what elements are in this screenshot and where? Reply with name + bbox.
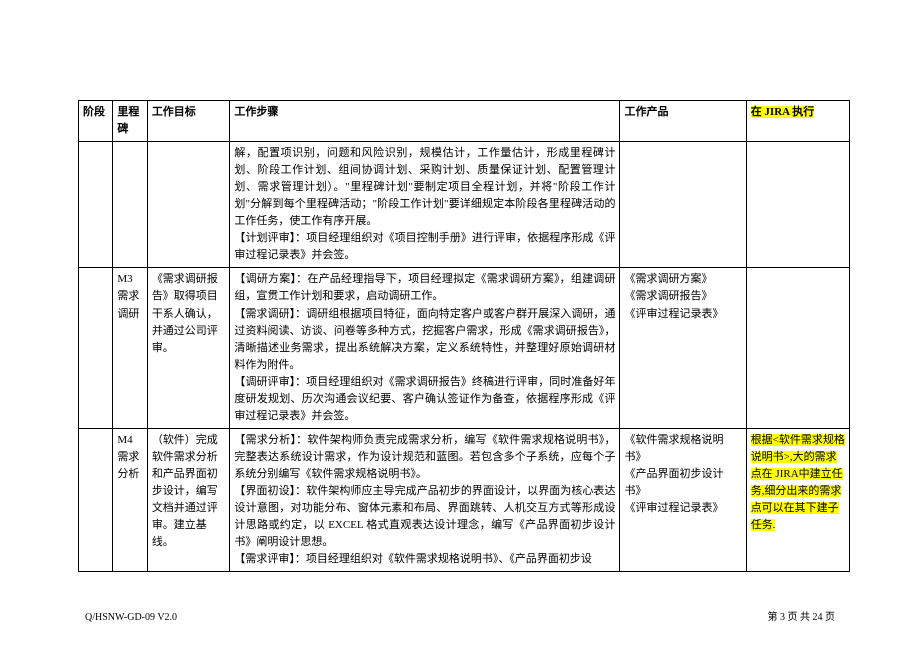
col-header-milestone: 里程碑 [113,101,147,142]
table-row: M4需求分析 （软件）完成软件需求分析和产品界面初步设计，编写文档并通过评审。建… [79,428,850,571]
cell-milestone: M3需求调研 [113,268,147,428]
cell-jira [746,268,849,428]
table-header-row: 阶段 里程碑 工作目标 工作步骤 工作产品 在 JIRA 执行 [79,101,850,142]
cell-goal [147,142,230,268]
table-row: M3需求调研 《需求调研报告》取得项目干系人确认，并通过公司评审。 【调研方案】… [79,268,850,428]
cell-phase [79,268,113,428]
cell-milestone [113,142,147,268]
cell-product: 《需求调研方案》《需求调研报告》《评审过程记录表》 [620,268,746,428]
footer-page-number: 第 3 页 共 24 页 [768,608,836,623]
col-header-goal: 工作目标 [147,101,230,142]
col-header-steps: 工作步骤 [230,101,620,142]
cell-steps: 【调研方案】：在产品经理指导下，项目经理拟定《需求调研方案》，组建调研组，宣贯工… [230,268,620,428]
cell-product [620,142,746,268]
cell-goal: （软件）完成软件需求分析和产品界面初步设计，编写文档并通过评审。建立基线。 [147,428,230,571]
process-table: 阶段 里程碑 工作目标 工作步骤 工作产品 在 JIRA 执行 解，配置项识别，… [78,100,850,572]
col-header-product: 工作产品 [620,101,746,142]
col-header-phase: 阶段 [79,101,113,142]
cell-steps: 解，配置项识别，问题和风险识别，规模估计，工作量估计，形成里程碑计划、阶段工作计… [230,142,620,268]
table-row: 解，配置项识别，问题和风险识别，规模估计，工作量估计，形成里程碑计划、阶段工作计… [79,142,850,268]
footer-doc-id: Q/HSNW-GD-09 V2.0 [85,612,177,623]
cell-phase [79,142,113,268]
col-header-jira: 在 JIRA 执行 [746,101,849,142]
cell-goal: 《需求调研报告》取得项目干系人确认，并通过公司评审。 [147,268,230,428]
cell-phase [79,428,113,571]
cell-product: 《软件需求规格说明书》《产品界面初步设计书》《评审过程记录表》 [620,428,746,571]
cell-jira: 根据<软件需求规格说明书>,大的需求点在 JIRA中建立任务,细分出来的需求点可… [746,428,849,571]
cell-milestone: M4需求分析 [113,428,147,571]
cell-jira [746,142,849,268]
cell-steps: 【需求分析】：软件架构师负责完成需求分析，编写《软件需求规格说明书》，完整表达系… [230,428,620,571]
